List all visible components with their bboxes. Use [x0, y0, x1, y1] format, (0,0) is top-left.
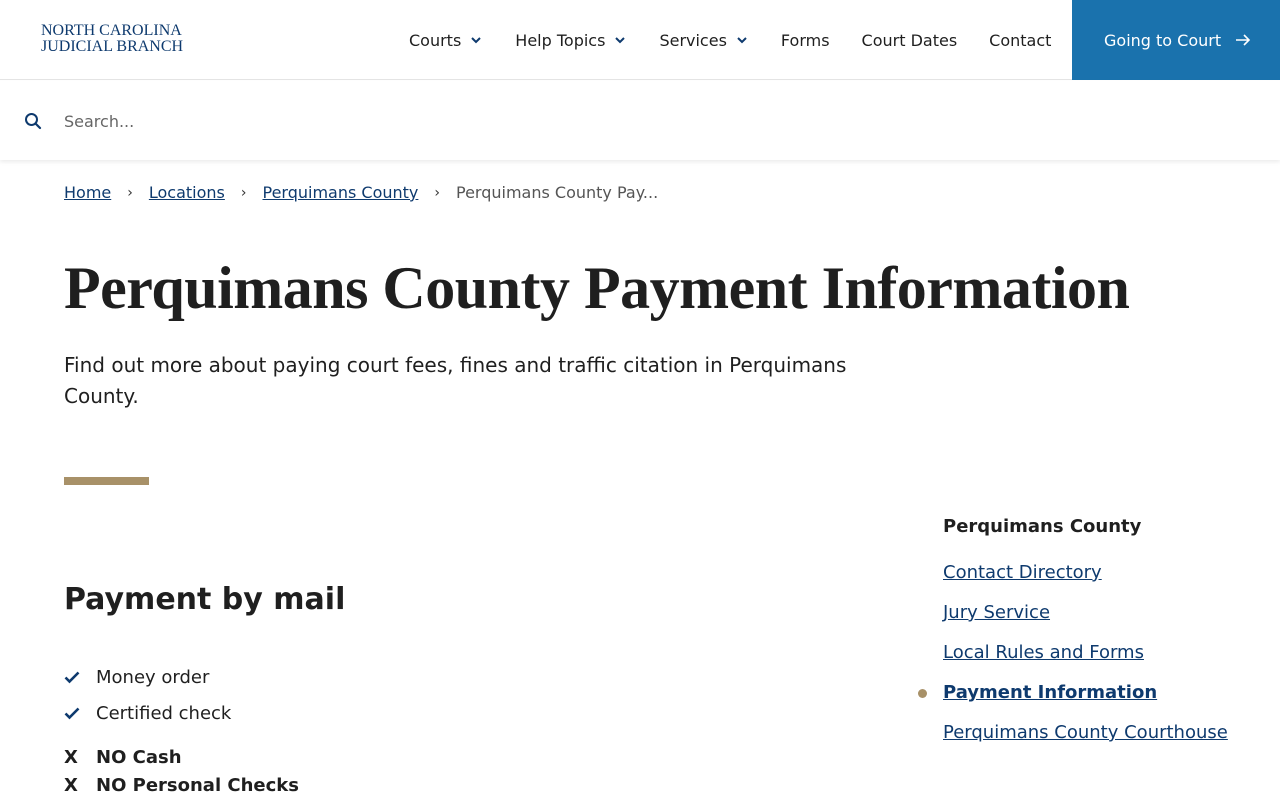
- sidebar-link[interactable]: Local Rules and Forms: [943, 642, 1144, 663]
- nav-item-court-dates[interactable]: Court Dates: [846, 0, 974, 80]
- page-title: Perquimans County Payment Information: [64, 255, 1130, 321]
- chevron-down-icon: [737, 37, 747, 44]
- nav-item-services[interactable]: Services: [643, 0, 764, 80]
- sidebar-item-jury-service: Jury Service: [943, 598, 1243, 627]
- sidebar-nav: Contact Directory Jury Service Local Rul…: [918, 558, 1243, 758]
- chevron-down-icon: [471, 37, 482, 44]
- breadcrumb-home[interactable]: Home: [64, 183, 111, 202]
- sidebar-item-local-rules-and-forms: Local Rules and Forms: [943, 638, 1243, 667]
- nav-item-label: Contact: [989, 30, 1052, 50]
- chevron-right-icon: ›: [127, 184, 133, 201]
- breadcrumb-perquimans-county[interactable]: Perquimans County: [262, 183, 418, 202]
- sidebar-link[interactable]: Jury Service: [943, 602, 1050, 623]
- arrow-right-icon: [1236, 34, 1251, 46]
- breadcrumb: Home › Locations › Perquimans County › P…: [64, 183, 658, 202]
- sidebar-title: Perquimans County: [943, 516, 1142, 537]
- list-item: Certified check: [64, 695, 231, 731]
- nav-item-forms[interactable]: Forms: [765, 0, 846, 80]
- list-item-label: NO Cash: [96, 746, 182, 768]
- list-item: X NO Cash: [64, 743, 299, 771]
- breadcrumb-current: Perquimans County Pay...: [456, 183, 659, 202]
- search-input[interactable]: [64, 107, 1244, 135]
- active-indicator-dot: [918, 689, 927, 698]
- site-header: NORTH CAROLINA JUDICIAL BRANCH Courts He…: [0, 0, 1280, 80]
- nav-item-label: Help Topics: [515, 30, 606, 50]
- x-marker: X: [64, 746, 78, 768]
- x-marker: X: [64, 774, 78, 796]
- cta-label: Going to Court: [1104, 30, 1222, 50]
- not-accepted-payments-list: X NO Cash X NO Personal Checks: [64, 743, 299, 799]
- chevron-down-icon: [615, 37, 626, 44]
- section-heading-payment-by-mail: Payment by mail: [64, 582, 346, 617]
- search-bar: [0, 81, 1280, 160]
- list-item: X NO Personal Checks: [64, 771, 299, 799]
- going-to-court-button[interactable]: Going to Court: [1072, 0, 1280, 80]
- sidebar-link[interactable]: Perquimans County Courthouse: [943, 722, 1228, 743]
- sidebar-item-perquimans-county-courthouse: Perquimans County Courthouse: [943, 718, 1243, 747]
- list-item: Money order: [64, 659, 231, 695]
- nav-item-label: Services: [659, 30, 727, 50]
- list-item-label: Certified check: [96, 702, 232, 724]
- check-icon: [64, 671, 80, 684]
- chevron-right-icon: ›: [240, 184, 247, 201]
- search-icon[interactable]: [24, 112, 42, 130]
- sidebar-link[interactable]: Payment Information: [943, 682, 1157, 703]
- logo-line-2: JUDICIAL BRANCH: [41, 38, 184, 55]
- sidebar-item-contact-directory: Contact Directory: [943, 558, 1243, 587]
- breadcrumb-locations[interactable]: Locations: [149, 183, 225, 202]
- list-item-label: NO Personal Checks: [96, 774, 299, 796]
- chevron-right-icon: ›: [434, 184, 440, 201]
- accepted-payments-list: Money order Certified check: [64, 659, 231, 731]
- site-logo[interactable]: NORTH CAROLINA JUDICIAL BRANCH: [41, 23, 183, 55]
- nav-item-contact[interactable]: Contact: [973, 0, 1067, 80]
- page-lede: Find out more about paying court fees, f…: [64, 353, 847, 408]
- nav-item-courts[interactable]: Courts: [393, 0, 499, 80]
- nav-item-help-topics[interactable]: Help Topics: [499, 0, 643, 80]
- nav-item-label: Court Dates: [861, 30, 958, 50]
- sidebar-item-payment-information: Payment Information: [918, 678, 1243, 707]
- sidebar-link[interactable]: Contact Directory: [943, 562, 1102, 583]
- nav-item-label: Courts: [409, 30, 462, 50]
- list-item-label: Money order: [96, 666, 210, 688]
- logo-line-1: NORTH CAROLINA: [41, 22, 182, 39]
- accent-divider: [64, 477, 149, 485]
- main-nav: Courts Help Topics Services Forms Court …: [393, 0, 1067, 80]
- nav-item-label: Forms: [780, 30, 830, 50]
- check-icon: [64, 707, 80, 720]
